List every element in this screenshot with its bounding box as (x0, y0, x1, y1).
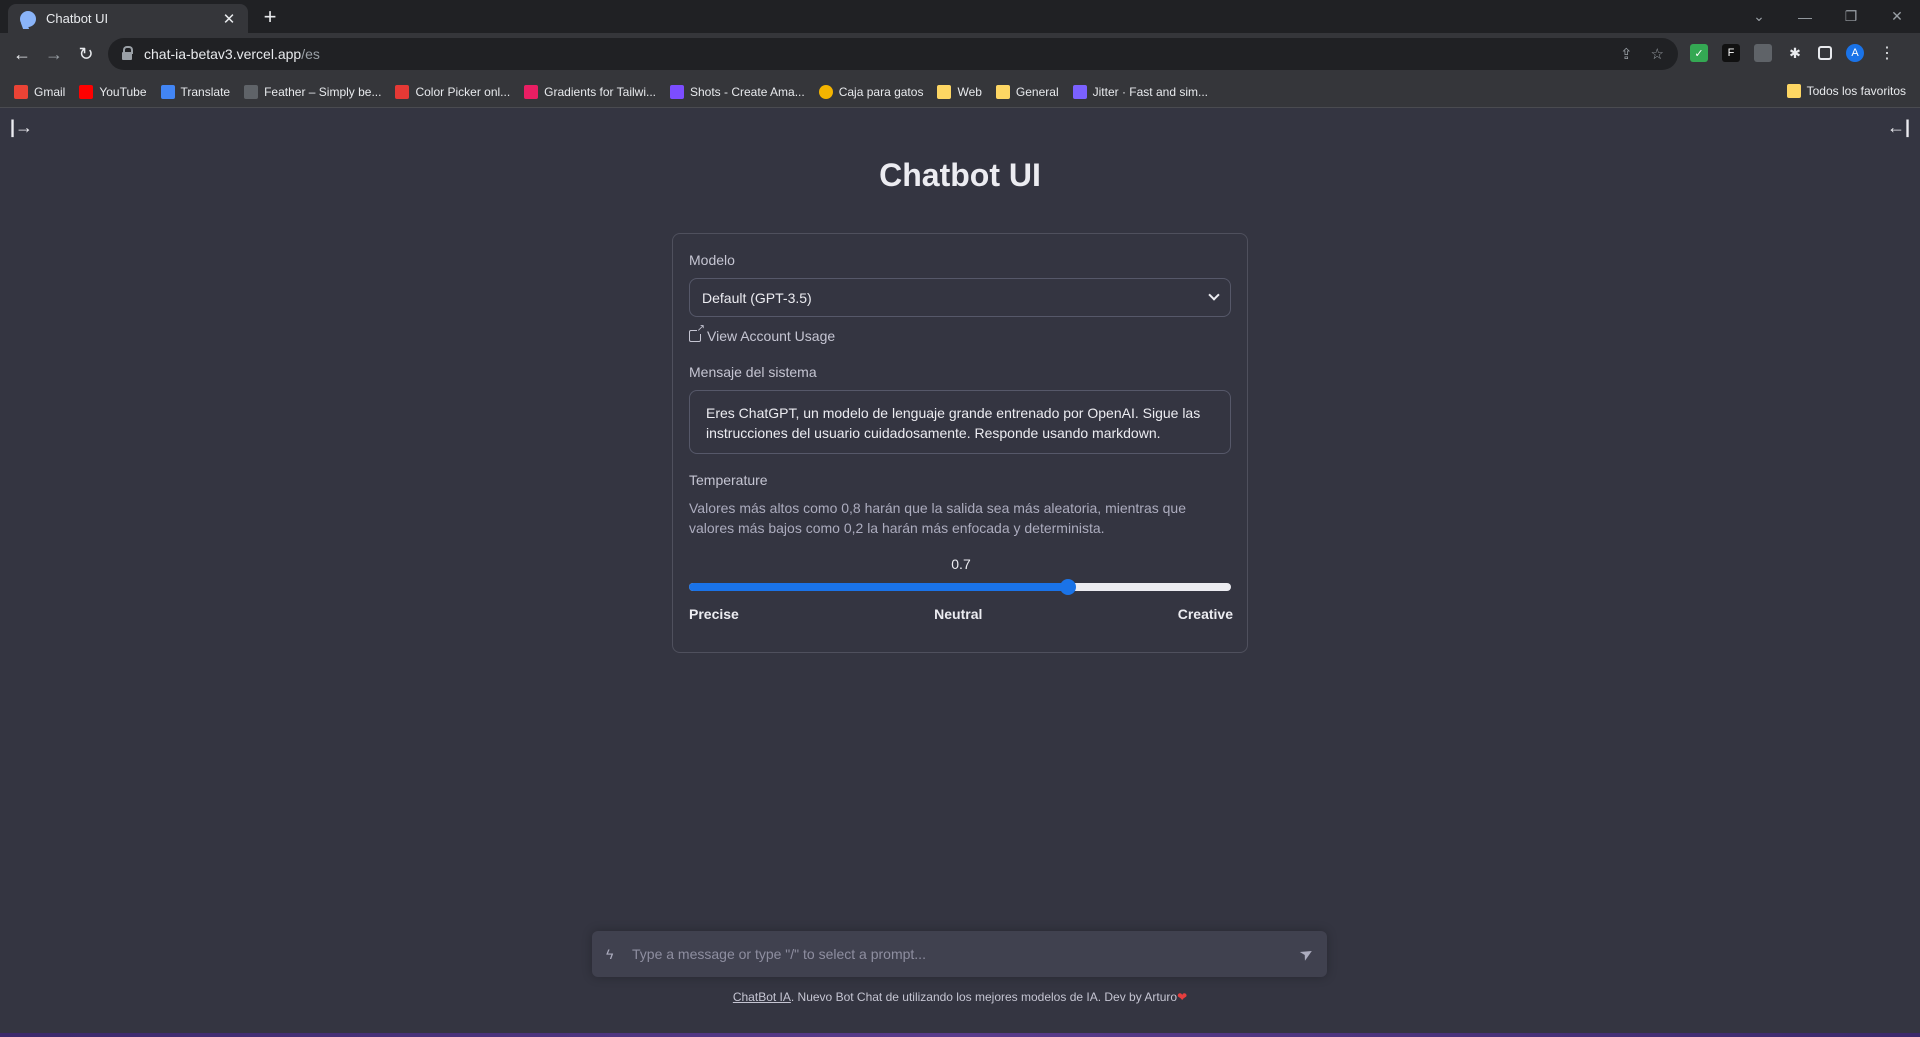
folder-icon (1786, 84, 1801, 98)
reload-button[interactable]: ↻ (74, 42, 98, 66)
window-controls: ⌄ — ❐ ✕ (1736, 0, 1920, 33)
slider-fill (689, 583, 1069, 591)
chat-page: |→ ←| Chatbot UI Modelo Default (GPT-3.5… (0, 109, 1920, 1029)
chat-input-box[interactable]: ϟ Type a message or type "/" to select a… (592, 931, 1327, 977)
all-bookmarks-folder[interactable]: Todos los favoritos (1786, 84, 1906, 98)
back-button[interactable]: ← (10, 42, 34, 66)
tick-precise: Precise (689, 606, 739, 622)
temperature-value: 0.7 (951, 556, 971, 572)
bookmark-folder-web[interactable]: Web (937, 84, 982, 99)
minimize-button[interactable]: — (1782, 9, 1828, 25)
chat-bubble-icon (20, 10, 36, 27)
tick-creative: Creative (1177, 606, 1233, 622)
bookmark-folder-general[interactable]: General (995, 84, 1059, 99)
shots-icon (670, 84, 684, 99)
temperature-ticks: Precise Neutral Creative (689, 606, 1233, 622)
ghost-extension-icon[interactable] (1754, 44, 1772, 62)
model-settings-panel: Modelo Default (GPT-3.5) View Account Us… (672, 233, 1248, 653)
tab-search-icon[interactable]: ⌄ (1736, 8, 1782, 25)
heart-icon: ❤ (1177, 990, 1188, 1004)
temperature-slider[interactable] (689, 579, 1231, 595)
browser-tab-bar: Chatbot UI ✕ + ⌄ — ❐ ✕ (0, 0, 1920, 33)
browser-toolbar: ← → ↻ chat-ia-betav3.vercel.app /es ⇪ ☆ … (0, 33, 1920, 76)
temperature-description: Valores más altos como 0,8 harán que la … (689, 500, 1187, 536)
external-link-icon (689, 324, 705, 342)
jitter-icon (1072, 84, 1087, 99)
gmail-icon (14, 84, 28, 99)
view-account-usage-link[interactable]: View Account Usage (689, 324, 835, 344)
temperature-label: Temperature (689, 472, 768, 488)
model-label: Modelo (689, 252, 735, 268)
model-select[interactable]: Default (GPT-3.5) (689, 278, 1231, 317)
footer-text: . Nuevo Bot Chat de utilizando los mejor… (790, 990, 1178, 1004)
close-tab-icon[interactable]: ✕ (220, 10, 238, 28)
lock-icon[interactable] (122, 46, 133, 60)
system-message-label: Mensaje del sistema (689, 364, 817, 380)
url-host: chat-ia-betav3.vercel.app (144, 46, 302, 62)
tab-title: Chatbot UI (46, 11, 109, 26)
bookmark-translate[interactable]: Translate (160, 84, 230, 99)
bookmark-color-picker[interactable]: Color Picker onl... (395, 84, 510, 99)
message-input[interactable]: Type a message or type "/" to select a p… (632, 946, 1300, 962)
bookmark-youtube[interactable]: YouTube (79, 84, 147, 99)
new-tab-button[interactable]: + (258, 5, 282, 29)
extensions-area: ✓ F ✱ A ⋮ (1690, 44, 1896, 62)
bookmark-caja-para-gatos[interactable]: Caja para gatos (818, 84, 923, 99)
chatbot-ia-link[interactable]: ChatBot IA (733, 990, 791, 1004)
folder-icon (995, 84, 1010, 99)
bookmark-jitter[interactable]: Jitter · Fast and sim... (1072, 84, 1208, 99)
profile-avatar[interactable]: A (1846, 44, 1864, 62)
shield-extension-icon[interactable]: ✓ (1690, 44, 1708, 62)
send-icon[interactable]: ➤ (1295, 942, 1317, 966)
address-bar[interactable]: chat-ia-betav3.vercel.app /es ⇪ ☆ (108, 38, 1678, 70)
puzzle-extensions-icon[interactable]: ✱ (1786, 44, 1804, 62)
restore-button[interactable]: ❐ (1828, 8, 1874, 25)
bookmark-shots[interactable]: Shots - Create Ama... (670, 84, 805, 99)
page-title: Chatbot UI (879, 157, 1041, 193)
close-window-button[interactable]: ✕ (1874, 8, 1920, 25)
feather-icon (244, 84, 259, 99)
youtube-icon (79, 84, 94, 99)
gradients-icon (524, 84, 539, 99)
forward-button[interactable]: → (42, 42, 66, 66)
menu-kebab-icon[interactable]: ⋮ (1878, 44, 1896, 62)
footer: ChatBot IA. Nuevo Bot Chat de utilizando… (0, 990, 1920, 1004)
open-sidebar-icon[interactable]: |→ (10, 117, 33, 138)
framer-extension-icon[interactable]: F (1722, 44, 1740, 62)
model-selected-value: Default (GPT-3.5) (702, 289, 812, 306)
bookmark-gradients[interactable]: Gradients for Tailwi... (524, 84, 656, 99)
bookmarks-bar: Gmail YouTube Translate Feather – Simply… (0, 76, 1920, 108)
taskbar-edge (0, 1033, 1920, 1037)
omnibox-actions: ⇪ ☆ (1620, 45, 1664, 63)
cat-icon (818, 84, 833, 99)
side-panel-icon[interactable] (1818, 46, 1832, 60)
system-message-textarea[interactable]: Eres ChatGPT, un modelo de lenguaje gran… (689, 390, 1231, 454)
share-icon[interactable]: ⇪ (1620, 45, 1633, 63)
chevron-down-icon (1208, 289, 1220, 301)
tick-neutral: Neutral (934, 606, 983, 622)
bookmark-feather[interactable]: Feather – Simply be... (244, 84, 381, 99)
slider-thumb[interactable] (1060, 579, 1077, 595)
browser-tab[interactable]: Chatbot UI ✕ (8, 4, 248, 33)
url-path: /es (301, 46, 320, 62)
folder-icon (937, 84, 952, 99)
bolt-icon[interactable]: ϟ (606, 946, 622, 962)
translate-icon (160, 84, 175, 99)
close-sidebar-icon[interactable]: ←| (1887, 117, 1910, 138)
color-picker-icon (395, 84, 410, 99)
bookmark-star-icon[interactable]: ☆ (1651, 45, 1664, 63)
bookmark-gmail[interactable]: Gmail (14, 84, 65, 99)
